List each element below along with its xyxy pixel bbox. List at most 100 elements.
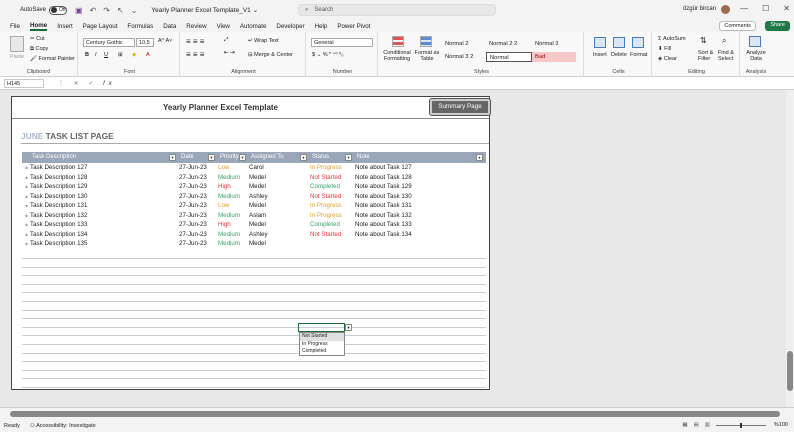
style-normal-3-2[interactable]: Normal 3 2 xyxy=(442,52,486,62)
table-cell[interactable]: Medium xyxy=(218,239,240,249)
style-normal[interactable]: Normal xyxy=(486,52,532,62)
indent-icon[interactable]: ⇤ ⇥ xyxy=(224,50,235,56)
align-top-icon[interactable]: ≡ ≡ ≡ xyxy=(186,37,204,46)
format-table-icon[interactable] xyxy=(420,36,432,47)
maximize-icon[interactable]: ☐ xyxy=(762,4,769,13)
document-title[interactable]: Yearly Planner Excel Template_V1 ⌄ xyxy=(151,6,258,14)
dropdown-option[interactable]: Not Started xyxy=(300,333,344,341)
search-box[interactable]: ⌕ Search xyxy=(298,4,496,16)
table-cell[interactable]: Medium xyxy=(218,211,240,221)
insert-button[interactable]: Insert xyxy=(593,52,607,58)
summary-page-button[interactable]: Summary Page xyxy=(429,98,491,116)
italic-icon[interactable]: I xyxy=(95,52,97,58)
table-row[interactable]: ◆ Task Description 129 27-Jun-23 High Medel C… xyxy=(22,182,486,192)
table-row[interactable]: ◆ Task Description 133 27-Jun-23 High Medel C… xyxy=(22,220,486,230)
table-cell[interactable]: Task Description 135 xyxy=(30,239,87,249)
table-cell[interactable]: Task Description 133 xyxy=(30,220,87,230)
save-icon[interactable]: ▣ xyxy=(75,6,83,15)
style-normal-2-2[interactable]: Normal 2 2 xyxy=(486,39,532,49)
pointer-icon[interactable]: ↖ xyxy=(117,6,124,15)
table-row[interactable]: ◆ Task Description 128 27-Jun-23 Medium Mede… xyxy=(22,173,486,183)
copy-button[interactable]: ⧉ Copy xyxy=(30,46,48,53)
table-cell[interactable]: High xyxy=(218,220,231,230)
font-name-select[interactable]: Century Gothic xyxy=(83,38,135,47)
tab-developer[interactable]: Developer xyxy=(276,23,304,30)
conditional-formatting-icon[interactable] xyxy=(392,36,404,47)
table-cell[interactable]: Not Started xyxy=(310,192,341,202)
table-cell[interactable]: Note about Task 128 xyxy=(355,173,412,183)
table-cell[interactable]: Note about Task 127 xyxy=(355,163,412,173)
minimize-icon[interactable]: — xyxy=(740,4,748,13)
page-layout-view-icon[interactable]: ▤ xyxy=(694,422,699,428)
table-cell[interactable]: Medium xyxy=(218,192,240,202)
format-as-table-button[interactable]: Format as Table xyxy=(414,50,440,62)
horizontal-scrollbar[interactable] xyxy=(10,411,780,417)
tab-help[interactable]: Help xyxy=(315,23,328,30)
style-normal-2[interactable]: Normal 2 xyxy=(442,39,486,49)
autosave-switch[interactable]: Off xyxy=(49,5,68,15)
table-cell[interactable]: High xyxy=(218,182,231,192)
table-cell[interactable]: 27-Jun-23 xyxy=(179,230,207,240)
vertical-scrollbar[interactable] xyxy=(786,90,794,407)
table-cell[interactable]: 27-Jun-23 xyxy=(179,173,207,183)
format-cells-icon[interactable] xyxy=(632,37,644,48)
analyze-data-button[interactable]: Analyze Data xyxy=(744,50,768,62)
filter-dropdown-icon[interactable]: ▾ xyxy=(169,154,176,161)
table-cell[interactable]: 27-Jun-23 xyxy=(179,220,207,230)
merge-center-button[interactable]: ⊟ Merge & Center xyxy=(248,52,293,58)
table-cell[interactable]: Task Description 134 xyxy=(30,230,87,240)
dropdown-arrow-icon[interactable]: ▾ xyxy=(345,324,352,331)
table-cell[interactable]: Carol xyxy=(249,163,264,173)
table-cell[interactable]: Aslam xyxy=(249,211,266,221)
table-cell[interactable]: Note about Task 131 xyxy=(355,201,412,211)
paste-icon[interactable] xyxy=(10,36,24,52)
tab-power-pivot[interactable]: Power Pivot xyxy=(337,23,370,30)
filter-dropdown-icon[interactable]: ▾ xyxy=(345,154,352,161)
find-select-button[interactable]: Find & Select xyxy=(718,50,738,62)
sort-filter-button[interactable]: Sort & Filter xyxy=(698,50,716,62)
page-break-view-icon[interactable]: ▥ xyxy=(705,422,710,428)
autosum-button[interactable]: Σ AutoSum xyxy=(658,36,686,42)
dropdown-option[interactable]: In Progress xyxy=(300,341,344,349)
style-normal-3[interactable]: Normal 3 xyxy=(532,39,576,49)
zoom-knob[interactable] xyxy=(740,423,742,428)
table-cell[interactable]: 27-Jun-23 xyxy=(179,163,207,173)
vertical-scroll-thumb[interactable] xyxy=(787,351,793,391)
clear-button[interactable]: ◈ Clear xyxy=(658,56,677,62)
table-cell[interactable]: Not Started xyxy=(310,230,341,240)
delete-button[interactable]: Delete xyxy=(611,52,627,58)
number-format-select[interactable]: General xyxy=(311,38,373,47)
filter-dropdown-icon[interactable]: ▾ xyxy=(208,154,215,161)
close-icon[interactable]: ✕ xyxy=(783,4,790,13)
align-left-icon[interactable]: ≡ ≡ ≡ xyxy=(186,50,204,59)
filter-dropdown-icon[interactable]: ▾ xyxy=(239,154,246,161)
table-row[interactable]: ◆ Task Description 134 27-Jun-23 Medium Ashl… xyxy=(22,230,486,240)
wrap-text-button[interactable]: ↵ Wrap Text xyxy=(248,38,279,44)
table-cell[interactable]: Completed xyxy=(310,220,340,230)
table-cell[interactable]: Medium xyxy=(218,230,240,240)
analyze-data-icon[interactable] xyxy=(749,36,761,47)
orientation-icon[interactable]: ⤢ xyxy=(224,37,228,44)
active-cell[interactable] xyxy=(298,323,345,332)
format-painter-button[interactable]: 🖌 Format Painter xyxy=(30,56,75,62)
table-cell[interactable]: Completed xyxy=(310,182,340,192)
dropdown-option[interactable]: Completed xyxy=(300,348,344,356)
tab-insert[interactable]: Insert xyxy=(57,23,72,30)
accessibility-status[interactable]: ⚇ Accessibility: Investigate xyxy=(30,423,96,429)
table-cell[interactable]: Medel xyxy=(249,182,266,192)
tab-formulas[interactable]: Formulas xyxy=(127,23,153,30)
autosave-toggle[interactable]: AutoSave Off xyxy=(20,5,68,15)
table-cell[interactable]: 27-Jun-23 xyxy=(179,192,207,202)
underline-icon[interactable]: U xyxy=(104,52,108,58)
table-row[interactable]: ◆ Task Description 127 27-Jun-23 Low Carol In… xyxy=(22,163,486,173)
sort-filter-icon[interactable]: ⇅ xyxy=(700,36,707,45)
grow-font-icon[interactable]: A^ A˅ xyxy=(158,38,172,44)
table-cell[interactable]: Task Description 130 xyxy=(30,192,87,202)
fx-icon[interactable]: fx xyxy=(103,81,116,87)
tab-data[interactable]: Data xyxy=(163,23,176,30)
avatar[interactable] xyxy=(721,5,730,14)
tab-page-layout[interactable]: Page Layout xyxy=(83,23,118,30)
zoom-slider[interactable] xyxy=(716,423,766,428)
worksheet[interactable]: Yearly Planner Excel Template Summary Pa… xyxy=(0,90,794,407)
zoom-level[interactable]: %100 xyxy=(774,422,788,428)
